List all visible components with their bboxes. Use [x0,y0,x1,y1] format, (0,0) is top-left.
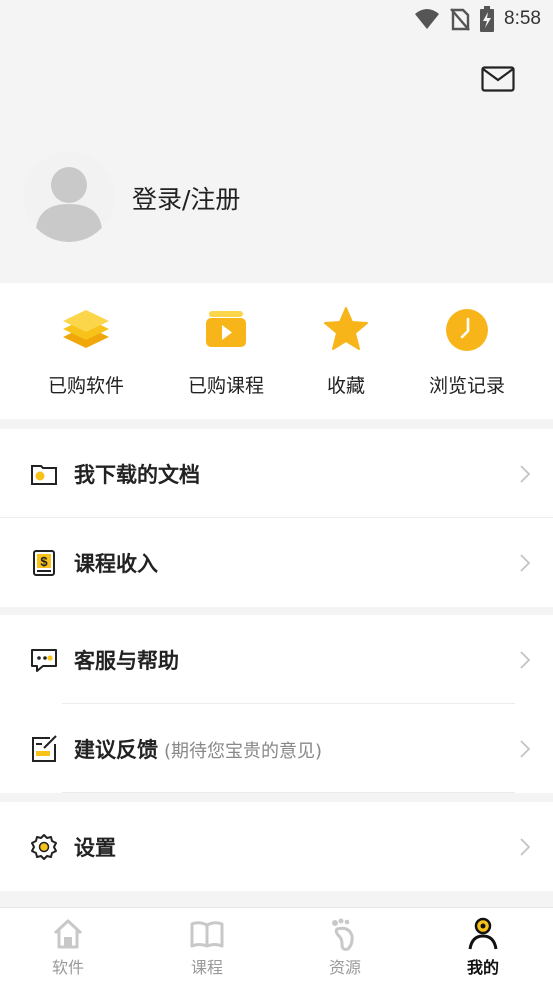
menu-item-course-income[interactable]: $ 课程收入 [0,518,553,607]
menu-item-label: 课程收入 [74,551,158,576]
feedback-hint: (期待您宝贵的意见) [164,740,323,762]
menu-item-support[interactable]: 客服与帮助 [0,615,553,704]
video-course-icon [206,311,246,347]
feedback-label: 建议反馈 [74,737,158,762]
wifi-icon [415,9,440,29]
quick-item-label: 浏览记录 [428,375,505,397]
menu-item-feedback[interactable]: 建议反馈 (期待您宝贵的意见) [0,704,553,793]
mail-button[interactable] [481,66,515,92]
chevron-right-icon [520,650,531,669]
clock-icon [446,309,488,351]
quick-item-purchased-software[interactable]: 已购软件 [21,303,151,398]
nav-tab-courses[interactable]: 课程 [167,916,247,978]
star-icon [324,307,368,350]
quick-item-favorites[interactable]: 收藏 [281,303,411,398]
chevron-right-icon [520,553,531,572]
svg-text:$: $ [40,554,48,569]
quick-item-label: 已购课程 [187,375,264,397]
chevron-right-icon [520,464,531,483]
status-bar: 8:58 [0,0,553,40]
edit-note-icon [32,734,57,762]
menu-item-label: 客服与帮助 [74,648,179,673]
nav-tab-label: 资源 [328,958,361,977]
menu-item-label: 我下载的文档 [74,462,200,487]
menu-item-label: 建议反馈 (期待您宝贵的意见) [74,734,322,764]
book-icon [190,921,224,948]
nav-tab-software[interactable]: 软件 [28,916,108,978]
default-avatar-icon [24,152,114,242]
person-icon [468,917,498,950]
footprint-icon [332,918,354,951]
home-icon [53,919,83,949]
chat-bubble-icon [31,648,57,672]
status-time: 8:58 [504,8,541,29]
nav-tab-label: 课程 [190,958,223,977]
folder-icon [31,464,57,485]
profile-header: 登录/注册 [0,40,553,282]
menu-group-settings: 设置 [0,802,553,891]
dollar-book-icon: $ [33,549,55,576]
layers-icon [63,310,109,348]
quick-actions: 已购软件 已购课程 收藏 浏览记录 [0,283,553,419]
nav-tab-resources[interactable]: 资源 [305,916,385,978]
nav-tab-label: 软件 [51,958,84,977]
mail-icon [481,66,515,92]
avatar[interactable] [24,152,114,242]
status-icons: 8:58 [414,6,541,32]
no-sim-icon [450,8,470,31]
menu-item-settings[interactable]: 设置 [0,802,553,891]
menu-item-downloads[interactable]: 我下载的文档 [0,429,553,518]
gear-icon [31,833,57,860]
menu-group-support: 客服与帮助 建议反馈 (期待您宝贵的意见) [0,615,553,793]
bottom-nav: 软件 课程 资源 我的 [0,907,553,983]
login-register-link[interactable]: 登录/注册 [132,180,240,216]
divider [62,792,515,793]
quick-item-label: 已购软件 [47,375,124,397]
menu-item-label: 设置 [74,835,116,860]
nav-tab-label: 我的 [466,958,499,977]
quick-item-label: 收藏 [326,375,365,397]
menu-group-content: 我下载的文档 $ 课程收入 [0,429,553,607]
quick-item-history[interactable]: 浏览记录 [402,303,532,398]
nav-tab-mine[interactable]: 我的 [443,916,523,978]
quick-item-purchased-courses[interactable]: 已购课程 [161,303,291,398]
chevron-right-icon [520,739,531,758]
battery-charging-icon [480,6,495,32]
chevron-right-icon [520,837,531,856]
